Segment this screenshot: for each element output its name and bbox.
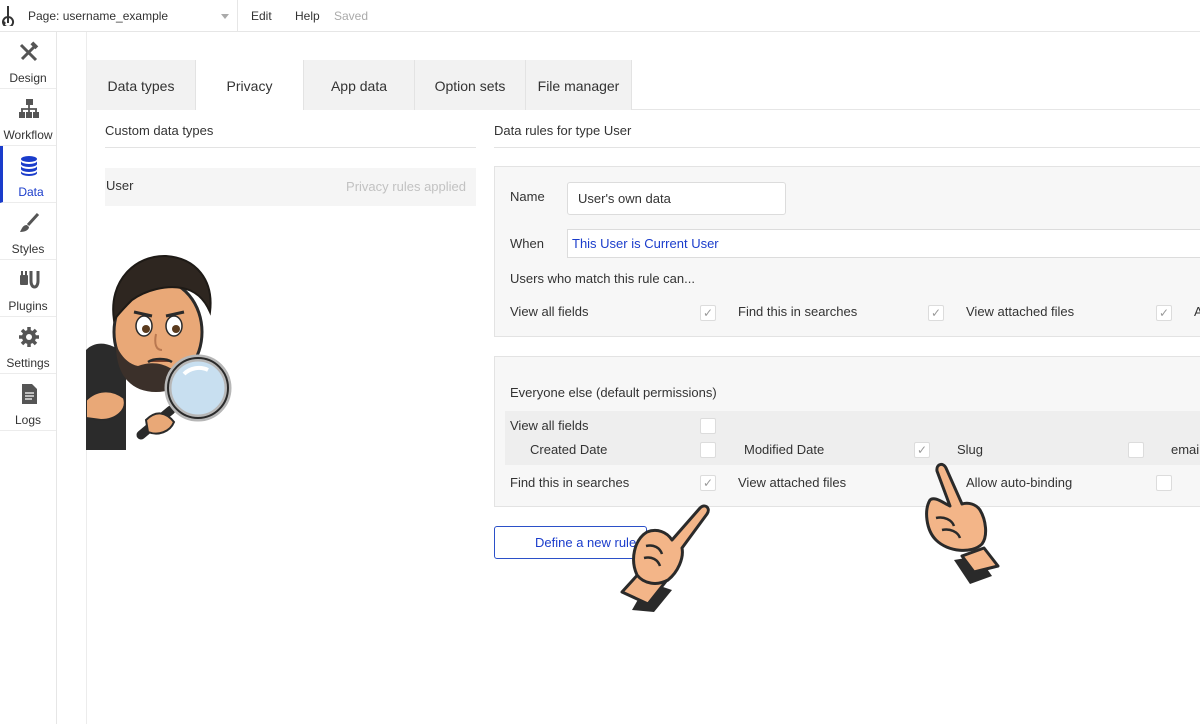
bubble-logo-icon[interactable] (2, 4, 20, 26)
when-label: When (510, 236, 544, 251)
pointing-hand-icon (925, 462, 1000, 584)
workflow-icon (19, 99, 39, 118)
sidebar-item-design[interactable]: Design (0, 32, 56, 89)
tab-app-data[interactable]: App data (304, 60, 415, 110)
sidebar-item-workflow[interactable]: Workflow (0, 89, 56, 146)
everyone-else-heading: Everyone else (default permissions) (510, 385, 717, 400)
allow-auto-binding-checkbox[interactable] (1156, 475, 1172, 491)
database-icon (21, 156, 37, 176)
rule-condition-input[interactable]: This User is Current User (567, 229, 1200, 258)
rule-name-input[interactable]: User's own data (567, 182, 786, 215)
list-item[interactable]: User Privacy rules applied (105, 168, 476, 206)
chevron-down-icon (221, 14, 229, 19)
tab-option-sets[interactable]: Option sets (415, 60, 526, 110)
help-menu[interactable]: Help (295, 0, 320, 32)
permission-label: View all fields (510, 418, 589, 433)
sidebar-item-plugins[interactable]: Plugins (0, 260, 56, 317)
type-name: User (106, 178, 134, 193)
divider (494, 147, 1200, 148)
rule-panel: Name User's own data When This User is C… (494, 166, 1200, 337)
permission-label: View attached files (738, 475, 847, 490)
permission-label: View attached files (966, 304, 1075, 319)
field-label: emai (1171, 442, 1200, 457)
sidebar-item-label: Workflow (3, 128, 53, 142)
save-status: Saved (334, 9, 369, 23)
sidebar-item-label: Settings (6, 356, 50, 370)
page-selector[interactable]: Page: username_example (28, 0, 238, 32)
view-attached-files-checkbox[interactable]: ✓ (1156, 305, 1172, 321)
find-in-searches-checkbox[interactable]: ✓ (928, 305, 944, 321)
sidebar-item-data[interactable]: Data (0, 146, 56, 203)
edit-menu[interactable]: Edit (251, 0, 272, 32)
slug-checkbox[interactable] (1128, 442, 1144, 458)
page-selector-label: Page: username_example (28, 9, 169, 23)
divider (632, 109, 1200, 110)
permission-label: View all fields (510, 304, 589, 319)
permission-label: A (1194, 304, 1200, 319)
sidebar-item-label: Logs (14, 413, 42, 427)
sidebar-item-label: Styles (11, 242, 45, 256)
gear-icon (19, 327, 39, 347)
plug-icon (20, 271, 40, 289)
sidebar-item-label: Plugins (8, 299, 48, 313)
rule-can-label: Users who match this rule can... (510, 271, 695, 286)
design-icon (19, 41, 39, 62)
field-label: Slug (957, 442, 984, 457)
sidebar-item-styles[interactable]: Styles (0, 203, 56, 260)
divider (105, 147, 476, 148)
sidebar-item-settings[interactable]: Settings (0, 317, 56, 374)
field-label: Created Date (530, 442, 608, 457)
document-icon (22, 384, 37, 404)
pointing-hand-icon (620, 504, 710, 612)
view-all-fields-checkbox[interactable]: ✓ (700, 305, 716, 321)
find-in-searches-checkbox[interactable]: ✓ (700, 475, 716, 491)
permission-label: Find this in searches (510, 475, 630, 490)
tab-privacy[interactable]: Privacy (196, 60, 304, 110)
sidebar-item-logs[interactable]: Logs (0, 374, 56, 431)
left-sidebar: Design Workflow Data Styles Plugins Sett… (0, 32, 57, 724)
sidebar-item-label: Design (9, 71, 47, 85)
fields-row (505, 411, 1200, 465)
permission-label: Find this in searches (738, 304, 858, 319)
rules-heading: Data rules for type User (494, 123, 632, 138)
tab-data-types[interactable]: Data types (87, 60, 196, 110)
default-permissions-panel: Everyone else (default permissions) View… (494, 356, 1200, 507)
brush-icon (20, 212, 40, 232)
field-label: Modified Date (744, 442, 825, 457)
type-note: Privacy rules applied (346, 179, 466, 194)
top-bar: Page: username_example Edit Help Saved (0, 0, 1200, 32)
name-label: Name (510, 189, 545, 204)
custom-types-heading: Custom data types (105, 123, 214, 138)
created-date-checkbox[interactable] (700, 442, 716, 458)
tab-file-manager[interactable]: File manager (526, 60, 632, 110)
view-all-fields-checkbox[interactable] (700, 418, 716, 434)
memoji-magnifier-sticker (86, 254, 232, 450)
sidebar-item-label: Data (18, 185, 44, 199)
modified-date-checkbox[interactable]: ✓ (914, 442, 930, 458)
main-content: Data types Privacy App data Option sets … (86, 32, 1200, 724)
